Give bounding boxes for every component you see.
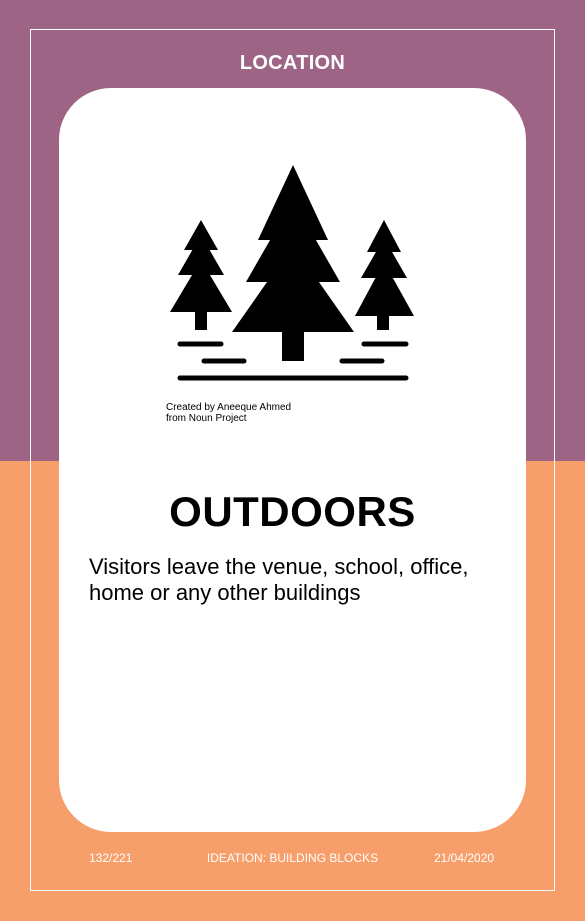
deck-date: 21/04/2020 [434, 851, 495, 865]
credit-line-1: Created by Aneeque Ahmed [166, 402, 292, 413]
credit-line-2: from Noun Project [166, 413, 247, 424]
icon-credit: Created by Aneeque Ahmed from Noun Proje… [166, 402, 291, 424]
card-description: Visitors leave the venue, school, office… [89, 554, 469, 605]
category-label: LOCATION [239, 52, 346, 74]
card-title: OUTDOORS [169, 488, 416, 535]
deck-name: IDEATION: BUILDING BLOCKS [206, 851, 379, 865]
forest-trees-icon [170, 165, 414, 381]
